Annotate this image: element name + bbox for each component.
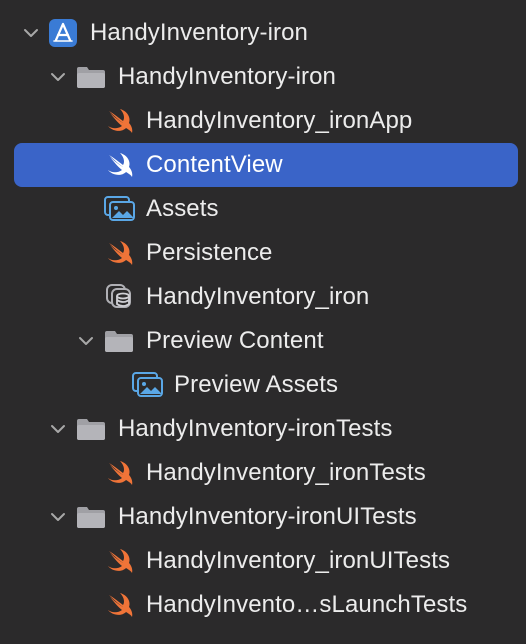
tree-row-folder[interactable]: HandyInventory-ironUITests <box>0 495 526 539</box>
asset-catalog-icon <box>104 195 136 223</box>
tree-label: Persistence <box>146 239 273 266</box>
swift-file-icon <box>104 459 136 487</box>
tree-label: Preview Assets <box>174 371 339 398</box>
tree-label: HandyInventory_ironUITests <box>146 547 451 574</box>
folder-icon <box>103 327 135 355</box>
chevron-down-icon[interactable] <box>21 23 41 43</box>
tree-row-file[interactable]: HandyInventory_ironTests <box>0 451 526 495</box>
tree-label: HandyInventory-ironTests <box>118 415 393 442</box>
swift-file-icon <box>104 591 136 619</box>
tree-label: HandyInventory_ironTests <box>146 459 426 486</box>
xcode-project-icon <box>47 19 79 47</box>
chevron-down-icon[interactable] <box>48 67 68 87</box>
tree-row-file[interactable]: Persistence <box>0 231 526 275</box>
folder-icon <box>75 503 107 531</box>
chevron-down-icon[interactable] <box>76 331 96 351</box>
tree-label: HandyInventory-ironUITests <box>118 503 417 530</box>
tree-row-file[interactable]: HandyInventory_ironUITests <box>0 539 526 583</box>
tree-row-file-selected[interactable]: ContentView <box>0 143 526 187</box>
tree-label: HandyInventory-iron <box>90 19 309 46</box>
tree-row-file[interactable]: Assets <box>0 187 526 231</box>
tree-row-file[interactable]: HandyInventory_ironApp <box>0 99 526 143</box>
asset-catalog-icon <box>132 371 164 399</box>
tree-row-folder[interactable]: HandyInventory-ironTests <box>0 407 526 451</box>
chevron-down-icon[interactable] <box>48 419 68 439</box>
folder-icon <box>75 415 107 443</box>
tree-row-project[interactable]: HandyInventory-iron <box>0 11 526 55</box>
tree-label: Assets <box>146 195 219 222</box>
tree-row-folder[interactable]: HandyInventory-iron <box>0 55 526 99</box>
project-navigator: HandyInventory-iron HandyInventory-iron … <box>0 0 526 644</box>
tree-row-file[interactable]: Preview Assets <box>0 363 526 407</box>
swift-file-icon <box>104 239 136 267</box>
tree-row-file[interactable]: HandyInventory_iron <box>0 275 526 319</box>
tree-label: HandyInventory_iron <box>146 283 370 310</box>
data-model-icon <box>104 283 136 311</box>
swift-file-icon <box>104 107 136 135</box>
tree-label: HandyInventory-iron <box>118 63 337 90</box>
tree-label: HandyInventory_ironApp <box>146 107 413 134</box>
tree-label: HandyInvento…sLaunchTests <box>146 591 468 618</box>
swift-file-icon <box>104 547 136 575</box>
tree-row-folder[interactable]: Preview Content <box>0 319 526 363</box>
swift-file-icon <box>104 151 136 179</box>
chevron-down-icon[interactable] <box>48 507 68 527</box>
tree-label: Preview Content <box>146 327 324 354</box>
tree-label: ContentView <box>146 151 283 178</box>
tree-row-file[interactable]: HandyInvento…sLaunchTests <box>0 583 526 627</box>
folder-icon <box>75 63 107 91</box>
